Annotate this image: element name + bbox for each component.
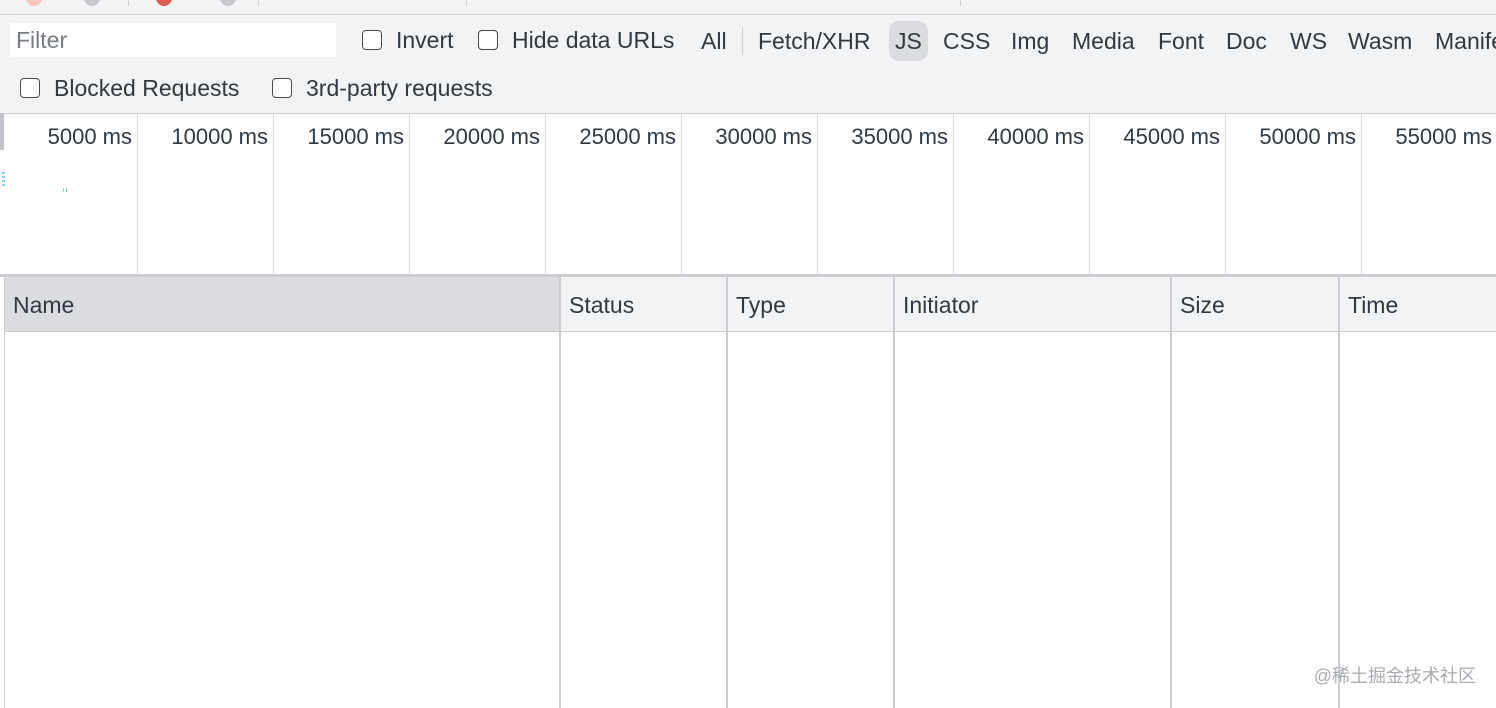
column-divider[interactable] [1170,277,1172,708]
search-icon[interactable] [220,0,236,6]
checkbox-box[interactable] [20,78,40,98]
requests-table: Name Status Type Initiator Size Time [4,277,1496,708]
record-icon[interactable] [26,0,42,6]
column-header-status[interactable]: Status [561,277,727,331]
overview-tick-label: 10000 ms [171,124,268,149]
overview-gridline [273,114,274,274]
type-filter-doc[interactable]: Doc [1220,21,1273,61]
overview-left-handle[interactable] [0,114,4,150]
type-filter-ws[interactable]: WS [1284,21,1333,61]
type-filter-all[interactable]: All [695,21,733,61]
overview-gridline [1089,114,1090,274]
type-filter-js[interactable]: JS [889,21,928,61]
type-filter-css[interactable]: CSS [937,21,996,61]
third-party-requests-label: 3rd-party requests [306,74,493,101]
overview-gridline [1225,114,1226,274]
column-header-name[interactable]: Name [5,277,559,331]
toolbar-divider [960,0,961,6]
type-filter-manifest[interactable]: Manife [1429,21,1496,61]
column-header-size[interactable]: Size [1172,277,1338,331]
table-header: Name Status Type Initiator Size Time [5,277,1496,332]
invert-checkbox[interactable]: Invert [362,23,454,57]
filter-bar: Invert Hide data URLs All Fetch/XHR JS C… [0,15,1496,114]
column-header-time[interactable]: Time [1340,277,1496,331]
invert-label: Invert [396,26,454,53]
overview-tick-label: 35000 ms [851,124,948,149]
column-divider[interactable] [726,277,728,708]
top-toolbar [0,0,1496,15]
hide-data-urls-label: Hide data URLs [512,26,675,53]
overview-gridline [953,114,954,274]
type-filter-font[interactable]: Font [1152,21,1210,61]
overview-tick-label: 5000 ms [47,124,132,149]
overview-tick-label: 50000 ms [1259,124,1356,149]
network-overview[interactable]: 5000 ms 10000 ms 15000 ms 20000 ms 25000 ms 3… [0,114,1496,277]
type-filter-fetch-xhr[interactable]: Fetch/XHR [752,21,876,61]
toolbar-divider [466,0,467,6]
checkbox-box[interactable] [478,30,498,50]
type-filter-img[interactable]: Img [1005,21,1055,61]
overview-gridline [681,114,682,274]
overview-tick-label: 25000 ms [579,124,676,149]
overview-gridline [545,114,546,274]
column-divider[interactable] [893,277,895,708]
column-header-initiator[interactable]: Initiator [895,277,1171,331]
third-party-requests-checkbox[interactable]: 3rd-party requests [272,71,493,105]
overview-tick-label: 55000 ms [1395,124,1492,149]
hide-data-urls-checkbox[interactable]: Hide data URLs [478,23,674,57]
overview-gridline [817,114,818,274]
overview-gridline [1361,114,1362,274]
type-filter-divider [742,27,743,55]
overview-activity-marks [2,172,5,186]
overview-activity-mark [63,188,67,192]
filter-input[interactable] [10,23,336,57]
type-filter-wasm[interactable]: Wasm [1342,21,1418,61]
overview-tick-label: 45000 ms [1123,124,1220,149]
watermark: @稀土掘金技术社区 [1313,666,1476,686]
type-filter-media[interactable]: Media [1066,21,1141,61]
checkbox-box[interactable] [272,78,292,98]
checkbox-box[interactable] [362,30,382,50]
overview-tick-label: 30000 ms [715,124,812,149]
clear-icon[interactable] [84,0,100,6]
column-header-type[interactable]: Type [728,277,894,331]
blocked-requests-checkbox[interactable]: Blocked Requests [20,71,239,105]
overview-tick-label: 20000 ms [443,124,540,149]
overview-tick-label: 40000 ms [987,124,1084,149]
blocked-requests-label: Blocked Requests [54,74,240,101]
toolbar-divider [128,0,129,6]
toolbar-divider [258,0,259,6]
column-divider[interactable] [559,277,561,708]
overview-tick-label: 15000 ms [307,124,404,149]
overview-gridline [137,114,138,274]
stop-icon[interactable] [156,0,172,6]
column-divider[interactable] [1338,277,1340,708]
overview-gridline [409,114,410,274]
